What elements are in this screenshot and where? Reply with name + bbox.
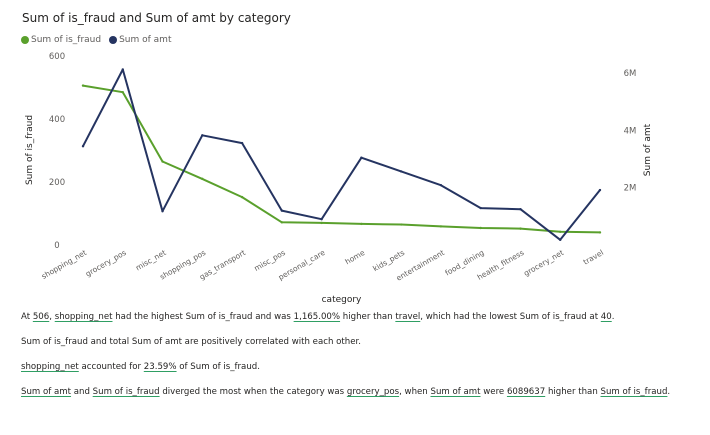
left-axis-tick-label: 200 (49, 178, 65, 188)
insight-value: travel (395, 312, 421, 322)
insight-text: , when (399, 387, 431, 397)
insight-text: Sum of is_fraud and total Sum of amt are… (21, 337, 361, 347)
insight-text: and (71, 387, 93, 397)
data-point-is-fraud (320, 221, 323, 225)
data-point-amt (240, 141, 244, 145)
data-point-amt (280, 209, 284, 212)
insight-value: shopping_net (21, 362, 79, 372)
data-point-amt (399, 170, 403, 173)
insight-value: Sum of amt (21, 387, 72, 397)
data-point-amt (439, 183, 443, 187)
insight-text: . (667, 387, 671, 397)
data-point-is-fraud (280, 221, 284, 224)
right-axis-title: Sum of amt (643, 123, 653, 176)
x-axis-tick-label: misc_net (134, 248, 168, 273)
insight-line-4: Sum of amt and Sum of is_fraud diverged … (21, 387, 670, 397)
insight-text: At (21, 312, 33, 322)
data-point-amt (559, 238, 562, 242)
data-point-amt (121, 68, 124, 71)
data-point-is-fraud (479, 226, 482, 230)
insight-line-1: At 506, shopping_net had the highest Sum… (21, 312, 614, 322)
data-point-amt (479, 206, 482, 210)
right-axis-tick-label: 2M (624, 184, 637, 194)
insight-text: higher than (340, 312, 396, 322)
insight-value: shopping_net (54, 312, 113, 322)
data-point-amt (320, 218, 323, 221)
data-point-is-fraud (598, 231, 602, 234)
data-point-is-fraud (559, 230, 562, 233)
data-point-is-fraud (240, 195, 244, 199)
x-axis-title: category (322, 295, 362, 305)
data-point-amt (519, 208, 522, 211)
insight-line-3: shopping_net accounted for 23.59% of Sum… (21, 362, 260, 372)
data-point-is-fraud (519, 227, 522, 230)
x-axis-tick-label: grocery_pos (84, 248, 128, 279)
insight-text: were (480, 387, 507, 397)
data-point-is-fraud (121, 91, 124, 94)
insight-value: Sum of is_fraud (600, 387, 668, 397)
data-point-amt (360, 156, 363, 159)
insight-text: accounted for (78, 362, 144, 372)
series-line-amt (82, 68, 601, 241)
x-axis-tick-label: misc_pos (253, 248, 287, 273)
x-axis-tick-label: travel (582, 248, 605, 267)
insight-line-2: Sum of is_fraud and total Sum of amt are… (21, 337, 361, 347)
insight-text: of Sum of is_fraud. (176, 362, 260, 372)
data-point-amt (161, 210, 164, 213)
right-axis-tick-label: 4M (624, 126, 637, 136)
line-chart: 0 200 400 600 2M 4M 6M Sum of is_fraud Sum of am… (25, 52, 653, 305)
insight-value: Sum of is_fraud (92, 387, 160, 397)
right-axis-tick-label: 6M (624, 69, 637, 79)
data-point-is-fraud (439, 225, 443, 228)
x-axis-tick-label: grocery_net (522, 248, 565, 278)
x-axis-tick-label: kids_pets (371, 248, 406, 273)
insight-value: 1,165.00% (293, 312, 341, 322)
insight-value: 6089637 (506, 387, 546, 397)
data-point-is-fraud (360, 222, 363, 226)
data-point-is-fraud (161, 160, 164, 163)
data-point-is-fraud (81, 84, 85, 87)
insight-text: diverged the most when the category was (159, 387, 347, 397)
left-axis-title: Sum of is_fraud (25, 115, 35, 185)
data-point-amt (81, 145, 85, 148)
left-axis-tick-label: 600 (49, 52, 65, 62)
data-point-amt (201, 134, 204, 137)
insight-text: had the highest Sum of is_fraud and was (112, 312, 294, 322)
insight-value: Sum of amt (430, 387, 481, 397)
left-axis-tick-label: 0 (54, 241, 59, 251)
insight-text: , which had the lowest Sum of is_fraud a… (420, 312, 601, 322)
insight-value: 506 (32, 312, 50, 322)
insight-text: higher than (545, 387, 601, 397)
insight-value: grocery_pos (346, 387, 400, 397)
data-point-is-fraud (399, 223, 403, 226)
insight-text: . (611, 312, 615, 322)
x-axis-tick-label: home (343, 248, 366, 267)
data-point-amt (598, 188, 602, 192)
data-point-is-fraud (201, 177, 204, 181)
insight-value: 23.59% (143, 362, 177, 372)
x-axis-tick-label: shopping_net (40, 248, 88, 281)
insight-value: 40 (600, 312, 612, 322)
left-axis-tick-label: 400 (49, 115, 65, 125)
